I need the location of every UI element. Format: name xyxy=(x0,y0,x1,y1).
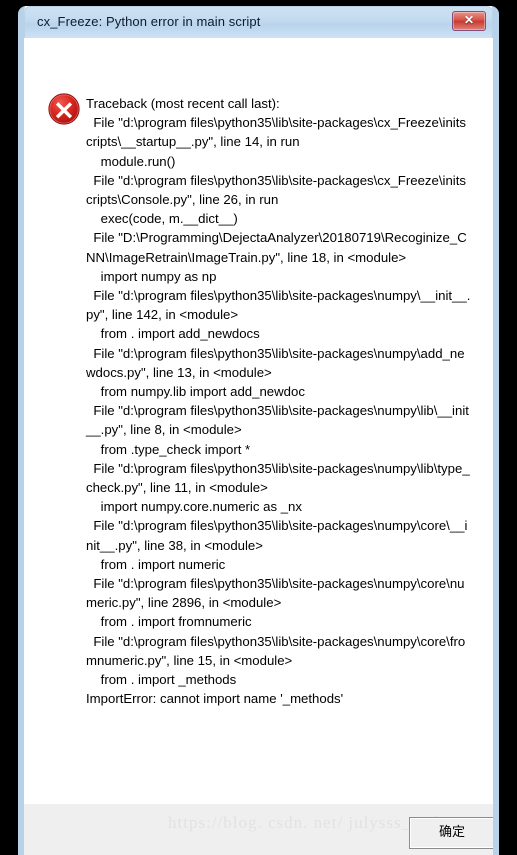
error-circle-x-icon xyxy=(48,93,80,125)
close-button[interactable]: ✕ xyxy=(452,11,486,31)
traceback-text: Traceback (most recent call last): File … xyxy=(86,96,471,707)
ok-button[interactable]: 确定 xyxy=(409,817,493,849)
error-dialog-window: cx_Freeze: Python error in main script ✕ xyxy=(18,6,499,855)
dialog-titlebar[interactable]: cx_Freeze: Python error in main script ✕ xyxy=(24,6,493,38)
desktop-background: cx_Freeze: Python error in main script ✕ xyxy=(0,0,517,855)
dialog-content: Traceback (most recent call last): File … xyxy=(24,38,493,803)
close-icon: ✕ xyxy=(463,13,475,27)
dialog-footer: https://blog. csdn. net/ julysss_nudt 确定 xyxy=(24,803,493,855)
dialog-title: cx_Freeze: Python error in main script xyxy=(37,14,261,29)
watermark-text: https://blog. csdn. net/ julysss_nudt xyxy=(168,813,446,832)
